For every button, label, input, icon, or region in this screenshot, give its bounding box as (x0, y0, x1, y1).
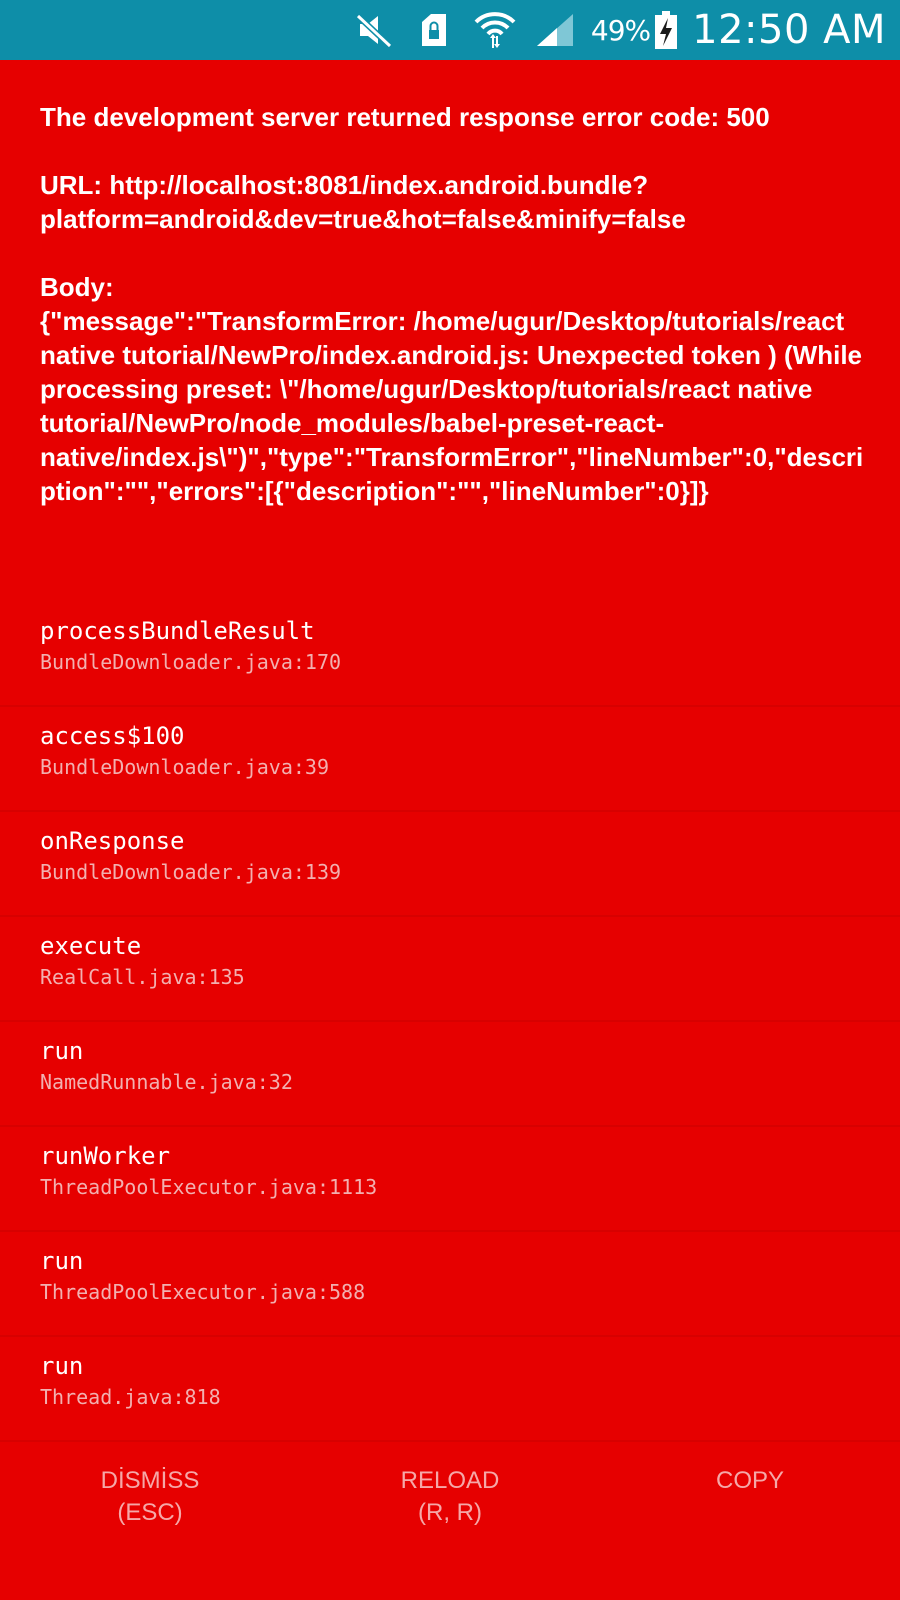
stack-frame-method: run (40, 1352, 84, 1380)
stack-frame[interactable]: run ThreadPoolExecutor.java:588 (0, 1232, 900, 1337)
clock: 12:50 AM (692, 7, 886, 53)
stack-frame-location: Thread.java:818 (40, 1385, 221, 1409)
lock-sim-icon (411, 12, 457, 48)
reload-shortcut: (R, R) (418, 1499, 482, 1526)
reload-label: RELOAD (400, 1467, 500, 1494)
stack-frame-location: ThreadPoolExecutor.java:1113 (40, 1175, 378, 1199)
stack-frame-location: BundleDownloader.java:170 (40, 650, 342, 674)
stack-frame-location: NamedRunnable.java:32 (40, 1070, 293, 1094)
action-bar: DİSMİSS (ESC) RELOAD (R, R) COPY (0, 1465, 900, 1565)
stack-frame[interactable]: run Thread.java:818 (0, 1337, 900, 1442)
stack-frame-method: runWorker (40, 1142, 171, 1170)
reload-button[interactable]: RELOAD (R, R) (300, 1465, 600, 1565)
stack-frame-location: RealCall.java:135 (40, 965, 245, 989)
stack-frame-location: BundleDownloader.java:139 (40, 860, 342, 884)
wifi-icon (471, 10, 519, 50)
status-icons: 49% 12:50 AM (351, 0, 886, 60)
stack-frame-method: processBundleResult (40, 617, 315, 645)
stack-frame-method: execute (40, 932, 142, 960)
copy-button[interactable]: COPY (600, 1465, 900, 1565)
stack-frame[interactable]: run NamedRunnable.java:32 (0, 1022, 900, 1127)
signal-icon (533, 12, 577, 48)
dismiss-label: DİSMİSS (100, 1467, 200, 1494)
stack-frame-method: run (40, 1247, 84, 1275)
stack-frame[interactable]: processBundleResult BundleDownloader.java… (0, 602, 900, 707)
stack-frame[interactable]: runWorker ThreadPoolExecutor.java:1113 (0, 1127, 900, 1232)
error-message: The development server returned response… (40, 102, 864, 506)
battery-charging-icon (654, 10, 678, 50)
stack-frame[interactable]: access$100 BundleDownloader.java:39 (0, 707, 900, 812)
dismiss-shortcut: (ESC) (117, 1499, 183, 1526)
stack-frame-location: BundleDownloader.java:39 (40, 755, 329, 779)
stack-trace: processBundleResult BundleDownloader.java… (0, 602, 900, 1442)
stack-frame-method: onResponse (40, 827, 185, 855)
dismiss-button[interactable]: DİSMİSS (ESC) (0, 1465, 300, 1565)
battery-percentage: 49% (590, 13, 651, 47)
stack-frame-method: run (40, 1037, 84, 1065)
mute-icon (351, 12, 397, 48)
stack-frame[interactable]: onResponse BundleDownloader.java:139 (0, 812, 900, 917)
copy-label: COPY (715, 1467, 784, 1494)
stack-frame-location: ThreadPoolExecutor.java:588 (40, 1280, 366, 1304)
redbox-error-screen: The development server returned response… (0, 60, 900, 1600)
status-bar: 49% 12:50 AM (0, 0, 900, 60)
stack-frame[interactable]: execute RealCall.java:135 (0, 917, 900, 1022)
stack-frame-method: access$100 (40, 722, 185, 750)
